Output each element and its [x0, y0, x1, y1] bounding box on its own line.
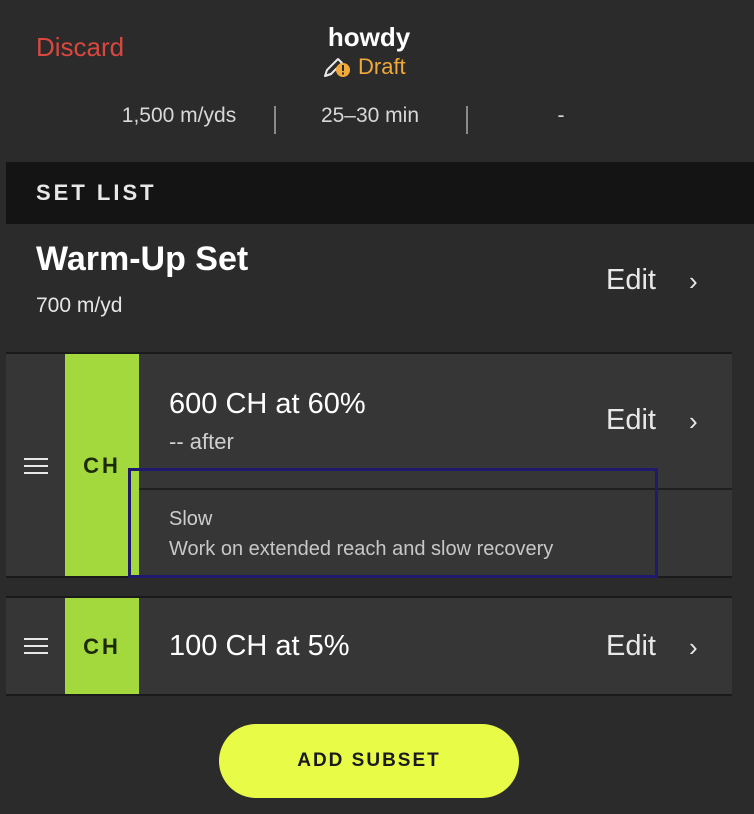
- set-list-header: SET LIST: [6, 162, 754, 224]
- status-label: Draft: [358, 54, 406, 79]
- total-distance: 1,500 m/yds: [121, 104, 237, 127]
- chevron-right-icon[interactable]: ›: [689, 632, 698, 663]
- subset-card[interactable]: CH 100 CH at 5% Edit ›: [6, 596, 732, 696]
- duration-range: 25–30 min: [320, 104, 420, 127]
- edit-subset-button[interactable]: Edit: [606, 404, 656, 437]
- drag-handle-icon[interactable]: [24, 638, 48, 659]
- stroke-label: CH: [83, 634, 121, 659]
- highlight-box: [128, 468, 658, 578]
- edit-set-button[interactable]: Edit: [606, 264, 656, 297]
- set-distance: 700 m/yd: [36, 294, 123, 317]
- subset-description: -- after: [169, 429, 234, 454]
- chevron-right-icon[interactable]: ›: [689, 266, 698, 297]
- workout-title: howdy: [327, 22, 411, 52]
- set-list-heading: SET LIST: [36, 180, 157, 205]
- add-subset-button[interactable]: ADD SUBSET: [219, 724, 519, 798]
- chevron-right-icon[interactable]: ›: [689, 406, 698, 437]
- subset-card[interactable]: CH 600 CH at 60% -- after Edit › Slow Wo…: [6, 352, 732, 578]
- draft-status: Draft: [322, 54, 406, 80]
- workout-stats: 1,500 m/yds 25–30 min -: [0, 104, 754, 134]
- subset-title: 100 CH at 5%: [169, 630, 350, 662]
- drag-handle-icon[interactable]: [24, 458, 48, 479]
- other-stat: -: [557, 104, 565, 127]
- stroke-tab: CH: [65, 598, 139, 694]
- set-name: Warm-Up Set: [36, 240, 249, 278]
- subset-title: 600 CH at 60%: [169, 388, 366, 420]
- edit-subset-button[interactable]: Edit: [606, 630, 656, 663]
- pencil-warning-icon: [322, 56, 352, 78]
